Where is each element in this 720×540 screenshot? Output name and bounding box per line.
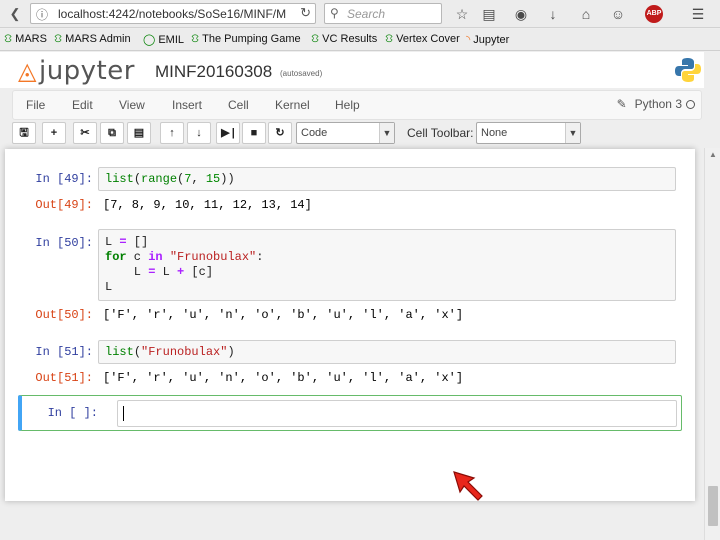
cut-icon[interactable]: ✂: [73, 122, 97, 144]
adblock-icon[interactable]: ABP: [645, 5, 663, 23]
menu-edit[interactable]: Edit: [72, 98, 93, 112]
input-prompt: In [49]:: [35, 172, 93, 186]
menu-insert[interactable]: Insert: [172, 98, 202, 112]
browser-nav-bar: ❮ ⓘ localhost:4242/notebooks/SoSe16/MINF…: [0, 0, 720, 28]
bookmark-pumping-game[interactable]: ⛻ The Pumping Game: [191, 33, 301, 47]
search-box[interactable]: ⚲ Search: [324, 3, 442, 24]
output-prompt: Out[50]:: [35, 308, 93, 322]
chevron-down-icon: ▼: [379, 123, 394, 143]
python-logo-icon: [675, 58, 701, 82]
code-block: L = [] for c in "Frunobulax": L = L + [c…: [105, 235, 264, 294]
bookmark-vc-results[interactable]: ⛻ VC Results: [311, 33, 377, 47]
jupyter-ring-icon: ◬: [18, 57, 37, 85]
scroll-up-icon[interactable]: ▲: [705, 148, 720, 162]
car-icon: ⛻: [311, 33, 320, 45]
cell-type-select[interactable]: Code ▼: [296, 122, 395, 144]
kernel-idle-icon: [686, 100, 695, 109]
reload-icon[interactable]: ↻: [300, 5, 311, 21]
menu-cell[interactable]: Cell: [228, 98, 249, 112]
jupyter-icon: ◝: [466, 34, 471, 46]
car-icon: ⛻: [385, 33, 394, 45]
move-up-icon[interactable]: ↑: [160, 122, 184, 144]
code-cell-input[interactable]: L = [] for c in "Frunobulax": L = L + [c…: [98, 229, 676, 301]
restart-icon[interactable]: ↻: [268, 122, 292, 144]
cell-toolbar-value: None: [481, 127, 508, 139]
text-caret: [123, 406, 124, 421]
cell-output: ['F', 'r', 'u', 'n', 'o', 'b', 'u', 'l',…: [103, 371, 464, 385]
download-icon[interactable]: ↓: [543, 4, 563, 24]
paste-icon[interactable]: ▤: [127, 122, 151, 144]
input-prompt: In [50]:: [35, 236, 93, 250]
car-icon: ⛻: [191, 33, 200, 45]
mouse-cursor-icon: [453, 471, 483, 501]
search-icon: ⚲: [330, 6, 339, 20]
input-prompt: In [51]:: [35, 345, 93, 359]
site-info-icon[interactable]: ⓘ: [36, 6, 48, 23]
bookmark-emil[interactable]: ◯ EMIL: [143, 33, 184, 46]
code-cell-input[interactable]: [117, 400, 677, 427]
url-bar[interactable]: ⓘ localhost:4242/notebooks/SoSe16/MINF/M…: [30, 3, 316, 24]
cell-output: ['F', 'r', 'u', 'n', 'o', 'b', 'u', 'l',…: [103, 308, 464, 322]
code-line: list("Frunobulax"): [105, 345, 235, 359]
cell-toolbar-select[interactable]: None ▼: [476, 122, 581, 144]
chat-icon[interactable]: ☺: [608, 4, 628, 24]
edit-mode-pencil-icon: ✎: [616, 97, 627, 111]
notebook-name[interactable]: MINF20160308: [155, 62, 272, 82]
insert-cell-icon[interactable]: +: [42, 122, 66, 144]
save-icon[interactable]: 🖫: [12, 122, 36, 144]
jupyter-logo[interactable]: ◬jupyter: [18, 56, 135, 86]
input-prompt: In [ ]:: [47, 406, 98, 420]
menu-view[interactable]: View: [119, 98, 145, 112]
pocket-icon[interactable]: ◉: [511, 4, 531, 24]
back-icon[interactable]: ❮: [6, 5, 24, 23]
interrupt-icon[interactable]: ■: [242, 122, 266, 144]
kernel-indicator: ✎ Python 3: [617, 97, 695, 111]
bookmarks-bar: ⛻ MARS ⛻ MARS Admin ◯ EMIL ⛻ The Pumping Gam…: [0, 29, 720, 51]
notebook-container: In [49]: list(range(7, 15)) Out[49]: [7,…: [5, 149, 695, 501]
code-cell-input[interactable]: list(range(7, 15)): [98, 167, 676, 191]
code-line: list(range(7, 15)): [105, 172, 235, 186]
scrollbar-thumb[interactable]: [708, 486, 718, 526]
page-scrollbar[interactable]: ▲: [704, 148, 720, 540]
run-cell-icon[interactable]: ▶ |: [216, 122, 240, 144]
url-text: localhost:4242/notebooks/SoSe16/MINF/M: [58, 7, 287, 21]
kernel-name[interactable]: Python 3: [635, 97, 682, 111]
cell-toolbar-label: Cell Toolbar:: [407, 126, 474, 140]
copy-icon[interactable]: ⧉: [100, 122, 124, 144]
car-icon: ⛻: [54, 33, 63, 45]
search-placeholder: Search: [347, 7, 386, 21]
home-icon[interactable]: ⌂: [576, 4, 596, 24]
car-icon: ⛻: [4, 33, 13, 45]
output-prompt: Out[49]:: [35, 198, 93, 212]
menu-icon[interactable]: ☰: [688, 4, 708, 24]
notebook-toolbar: 🖫 + ✂ ⧉ ▤ ↑ ↓ ▶ | ■ ↻ Code ▼ Cell Toolba…: [12, 120, 702, 146]
bookmark-star-icon[interactable]: ☆: [452, 4, 472, 24]
bookmark-vertex-cover[interactable]: ⛻ Vertex Cover: [385, 33, 460, 47]
active-code-cell[interactable]: In [ ]:: [18, 395, 682, 431]
menu-file[interactable]: File: [26, 98, 45, 112]
move-down-icon[interactable]: ↓: [187, 122, 211, 144]
cell-type-value: Code: [301, 127, 328, 139]
menu-kernel[interactable]: Kernel: [275, 98, 310, 112]
globe-icon: ◯: [143, 34, 156, 46]
chevron-down-icon: ▼: [565, 123, 580, 143]
reading-list-icon[interactable]: ▤: [479, 4, 499, 24]
bookmark-mars-admin[interactable]: ⛻ MARS Admin: [54, 33, 131, 47]
cell-output: [7, 8, 9, 10, 11, 12, 13, 14]: [103, 198, 312, 212]
code-cell-input[interactable]: list("Frunobulax"): [98, 340, 676, 364]
bookmark-jupyter[interactable]: ◝ Jupyter: [466, 33, 509, 46]
menu-help[interactable]: Help: [335, 98, 360, 112]
menu-bar: File Edit View Insert Cell Kernel Help ✎…: [12, 90, 702, 120]
save-status: (autosaved): [280, 69, 323, 78]
bookmark-mars[interactable]: ⛻ MARS: [4, 33, 47, 47]
jupyter-header: ◬jupyter MINF20160308 (autosaved): [0, 52, 704, 88]
output-prompt: Out[51]:: [35, 371, 93, 385]
jupyter-page: ◬jupyter MINF20160308 (autosaved) File E…: [0, 52, 704, 540]
